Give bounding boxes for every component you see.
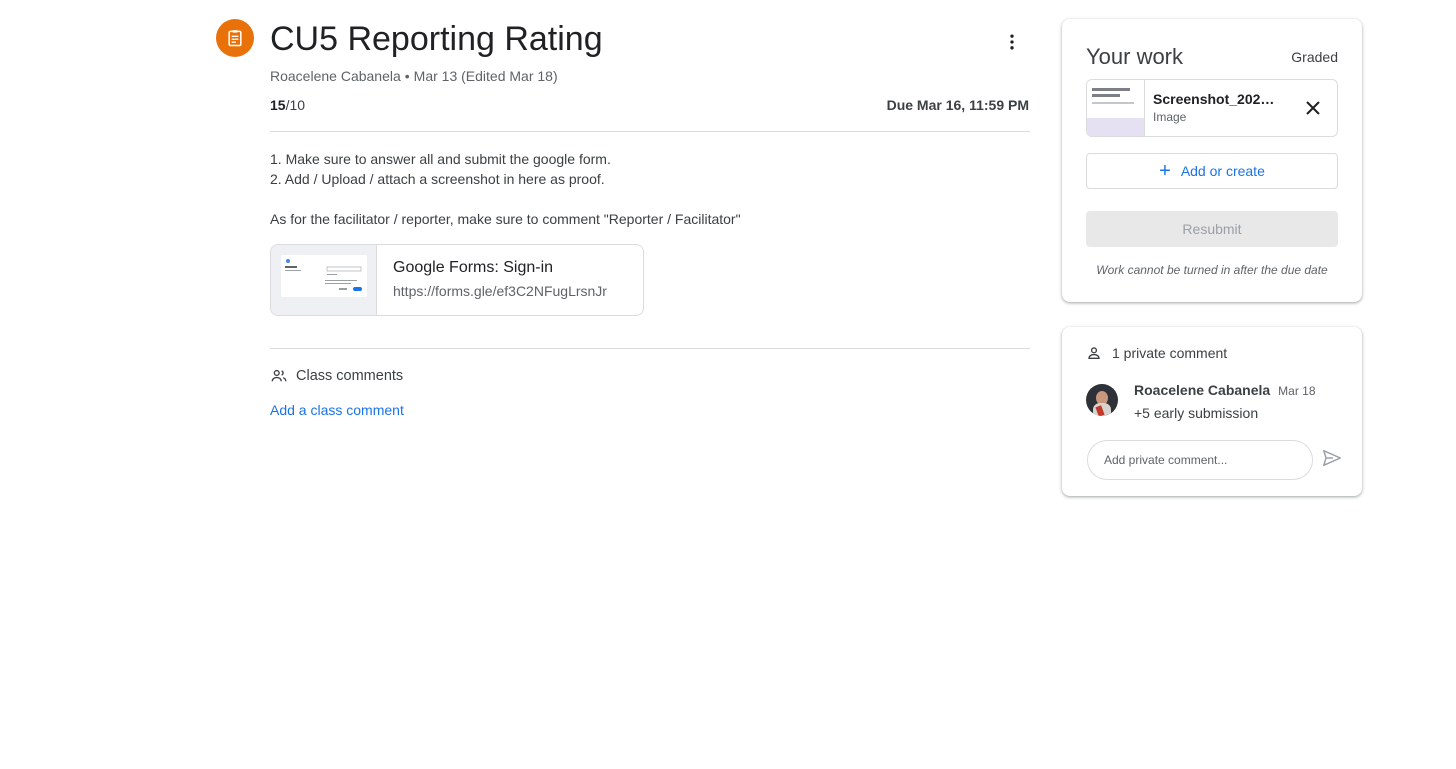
points-total: /10	[285, 97, 306, 113]
thumb-band	[1087, 118, 1144, 136]
your-work-card: Your work Graded Screenshot_2025... Imag…	[1062, 19, 1362, 302]
thumb-line	[1092, 102, 1134, 104]
comment-date: Mar 18	[1278, 384, 1316, 398]
thumb-line	[1092, 94, 1120, 97]
thumb-line	[1092, 88, 1130, 91]
file-thumbnail	[1087, 80, 1145, 136]
person-icon	[1088, 347, 1100, 359]
private-comment-input[interactable]	[1087, 440, 1313, 480]
status-badge: Graded	[1291, 49, 1338, 65]
file-type: Image	[1153, 110, 1187, 124]
post-date: Mar 13 (Edited Mar 18)	[413, 68, 558, 84]
avatar	[1086, 384, 1118, 416]
instruction-line: 2. Add / Upload / attach a screenshot in…	[270, 171, 605, 187]
more-vert-icon	[1010, 34, 1014, 50]
assignment-icon	[216, 19, 254, 57]
comment-author: Roacelene Cabanela	[1134, 382, 1271, 398]
assignment-meta: Roacelene Cabanela • Mar 13 (Edited Mar 18…	[270, 68, 558, 84]
page-title: CU5 Reporting Rating	[270, 20, 603, 58]
add-or-create-label: Add or create	[1180, 163, 1265, 179]
send-icon	[1323, 449, 1341, 467]
thumbnail-page	[281, 255, 367, 297]
attachment-card[interactable]: Google Forms: Sign-in https://forms.gle/…	[270, 244, 644, 316]
your-work-title: Your work	[1086, 44, 1184, 69]
instruction-line: As for the facilitator / reporter, make …	[270, 211, 741, 227]
grade-points: 15/10	[270, 97, 305, 113]
file-info: Screenshot_2025... Image	[1145, 80, 1295, 136]
author-name: Roacelene Cabanela	[270, 68, 401, 84]
attachment-title: Google Forms: Sign-in	[393, 259, 554, 276]
send-comment-button[interactable]	[1320, 446, 1344, 470]
add-class-comment-link[interactable]: Add a class comment	[270, 402, 404, 418]
private-comments-header: 1 private comment	[1086, 345, 1227, 361]
attachment-url: https://forms.gle/ef3C2NFugLrsnJr	[393, 283, 607, 299]
attachment-thumbnail	[271, 245, 377, 315]
remove-file-button[interactable]	[1301, 96, 1325, 120]
add-or-create-button[interactable]: + Add or create	[1086, 153, 1338, 189]
instructions: 1. Make sure to answer all and submit th…	[270, 149, 741, 229]
points-earned: 15	[270, 97, 286, 113]
plus-icon: +	[1159, 160, 1171, 182]
due-date: Due Mar 16, 11:59 PM	[886, 97, 1029, 113]
meta-separator: •	[404, 68, 410, 84]
instruction-line: 1. Make sure to answer all and submit th…	[270, 151, 611, 167]
class-comments-header: Class comments	[270, 367, 403, 385]
attached-file[interactable]: Screenshot_2025... Image	[1086, 79, 1338, 137]
people-icon	[271, 369, 287, 382]
more-options-button[interactable]	[996, 26, 1028, 58]
comment-header: Roacelene Cabanela Mar 18	[1134, 382, 1316, 398]
divider	[270, 131, 1030, 132]
divider	[270, 348, 1030, 349]
resubmit-button[interactable]: Resubmit	[1086, 211, 1338, 247]
attachment-info: Google Forms: Sign-in https://forms.gle/…	[377, 245, 623, 315]
comment-text: +5 early submission	[1134, 405, 1259, 421]
file-name: Screenshot_2025...	[1153, 91, 1275, 107]
close-icon	[1306, 101, 1320, 115]
class-comments-label: Class comments	[296, 368, 404, 384]
turn-in-note: Work cannot be turned in after the due d…	[1096, 263, 1328, 277]
private-comments-count: 1 private comment	[1112, 345, 1228, 361]
private-comments-card: 1 private comment Roacelene Cabanela Mar…	[1062, 327, 1362, 496]
